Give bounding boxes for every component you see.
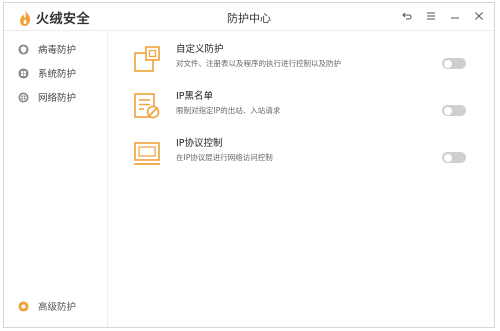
sidebar-item-network-protection[interactable]: 网络防护 — [18, 90, 76, 104]
ip-protocol-icon — [134, 142, 160, 165]
feature-title: 自定义防护 — [176, 44, 224, 55]
sidebar-item-label: 高级防护 — [38, 302, 77, 313]
menu-button[interactable] — [424, 9, 438, 23]
main-content: 自定义防护 对文件、注册表以及程序的执行进行控制以及防护 IP黑名单 限制对指定… — [108, 31, 494, 327]
sidebar-item-system-protection[interactable]: 系统防护 — [18, 66, 76, 80]
sidebar-item-advanced-protection[interactable]: 高级防护 — [18, 299, 76, 313]
shield-icon — [18, 43, 29, 55]
feature-row-custom-protection: 自定义防护 对文件、注册表以及程序的执行进行控制以及防护 — [132, 42, 470, 76]
close-button[interactable] — [472, 9, 486, 23]
sidebar-item-label: 网络防护 — [38, 93, 77, 104]
windows-icon — [18, 67, 29, 79]
ip-blacklist-toggle[interactable] — [442, 105, 466, 116]
feature-row-ip-protocol-control: IP协议控制 在IP协议层进行网络访问控制 — [132, 136, 470, 170]
app-window: 火绒安全 防护中心 病毒防护 系统防护 网络防护 高级防护 自定义防护 对文件、… — [3, 2, 495, 328]
sidebar: 病毒防护 系统防护 网络防护 高级防护 — [4, 31, 108, 327]
feature-title: IP协议控制 — [176, 138, 223, 149]
minimize-icon — [451, 17, 459, 19]
feature-description: 在IP协议层进行网络访问控制 — [176, 153, 273, 162]
sidebar-item-label: 病毒防护 — [38, 45, 77, 56]
sidebar-item-virus-protection[interactable]: 病毒防护 — [18, 42, 76, 56]
sidebar-item-label: 系统防护 — [38, 69, 77, 80]
window-controls — [400, 9, 486, 23]
feature-title: IP黑名单 — [176, 91, 214, 102]
globe-icon — [18, 91, 29, 103]
close-icon — [475, 12, 483, 20]
minimize-button[interactable] — [448, 9, 462, 23]
feature-description: 对文件、注册表以及程序的执行进行控制以及防护 — [176, 59, 341, 68]
custom-protection-toggle[interactable] — [442, 58, 466, 69]
advanced-icon — [18, 300, 29, 312]
back-button[interactable] — [400, 9, 414, 23]
back-icon — [402, 12, 412, 20]
feature-description: 限制对指定IP的出站、入站请求 — [176, 106, 281, 115]
ip-protocol-control-toggle[interactable] — [442, 152, 466, 163]
feature-row-ip-blacklist: IP黑名单 限制对指定IP的出站、入站请求 — [132, 89, 470, 123]
menu-icon — [427, 12, 435, 20]
custom-protect-icon — [134, 46, 160, 72]
ip-blacklist-icon — [134, 93, 160, 119]
title-bar: 火绒安全 防护中心 — [4, 3, 494, 31]
